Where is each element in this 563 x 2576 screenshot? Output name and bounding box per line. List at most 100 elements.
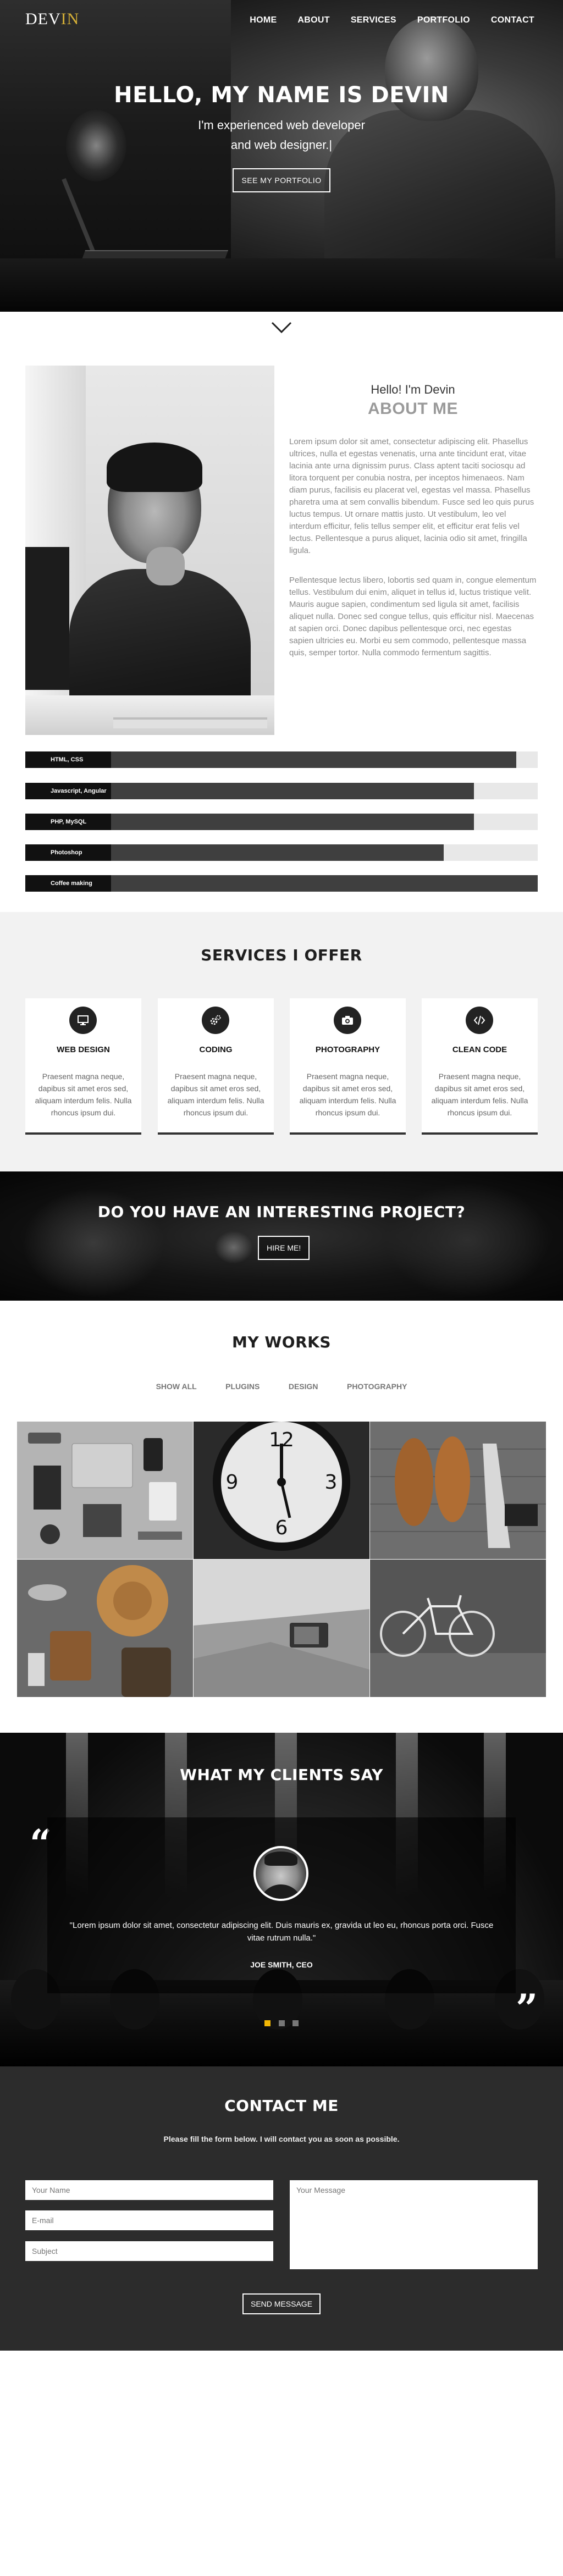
- gears-icon: [202, 1007, 229, 1034]
- pagination-dot[interactable]: [292, 2020, 299, 2026]
- skill-photoshop: Photoshop: [25, 844, 538, 861]
- nav-item-home[interactable]: HOME: [250, 15, 277, 25]
- subject-field[interactable]: [25, 2241, 273, 2261]
- top-nav: DEVIN HOME ABOUT SERVICES PORTFOLIO CONT…: [0, 0, 563, 40]
- service-title: CLEAN CODE: [452, 1045, 507, 1054]
- main-menu: HOME ABOUT SERVICES PORTFOLIO CONTACT: [250, 15, 534, 25]
- portfolio-item-bicycle[interactable]: [370, 1560, 546, 1697]
- portfolio-filters: SHOW ALL PLUGINS DESIGN PHOTOGRAPHY: [0, 1382, 563, 1392]
- portfolio-devices-image: [17, 1422, 193, 1559]
- pagination-dot-active[interactable]: [264, 2020, 271, 2026]
- portfolio-item-clock[interactable]: 12 3 6 9: [194, 1422, 369, 1559]
- logo-accent-text: IN: [60, 10, 80, 28]
- about-photo-laptop: [113, 717, 267, 728]
- portfolio-item-shoes[interactable]: [370, 1422, 546, 1559]
- portfolio-item-hat[interactable]: [17, 1560, 193, 1697]
- portfolio-item-tv[interactable]: [194, 1560, 369, 1697]
- portfolio-tv-image: [194, 1560, 369, 1697]
- service-title: PHOTOGRAPHY: [315, 1045, 380, 1054]
- code-icon: [466, 1007, 493, 1034]
- hero-subtitle: I'm experienced web developer and web de…: [0, 115, 563, 155]
- about-title: ABOUT ME: [368, 400, 458, 418]
- service-card-clean-code: CLEAN CODE Praesent magna neque, dapibus…: [422, 998, 538, 1135]
- scroll-down-chevron-icon[interactable]: [271, 321, 292, 334]
- svg-text:3: 3: [325, 1471, 338, 1494]
- banner-background-shape: [385, 1182, 550, 1298]
- hero-title: HELLO, MY NAME IS DEVIN: [114, 82, 449, 108]
- hire-me-button[interactable]: HIRE ME!: [258, 1236, 310, 1260]
- skill-bar: [111, 844, 444, 861]
- skill-label: Javascript, Angular: [25, 783, 111, 799]
- see-portfolio-button[interactable]: SEE MY PORTFOLIO: [233, 168, 330, 192]
- monitor-icon: [69, 1007, 97, 1034]
- contact-title: CONTACT ME: [224, 2097, 339, 2115]
- name-field[interactable]: [25, 2180, 273, 2200]
- skill-bar: [111, 875, 538, 892]
- pagination-dot[interactable]: [278, 2020, 285, 2026]
- skill-bar: [111, 751, 516, 768]
- filter-plugins[interactable]: PLUGINS: [225, 1382, 260, 1391]
- about-photo-hand: [146, 547, 185, 585]
- skill-coffee-making: Coffee making: [25, 875, 538, 892]
- svg-text:9: 9: [226, 1471, 239, 1494]
- hero-desk: [0, 258, 563, 312]
- hero-subtitle-line-2: and web designer.|: [230, 138, 333, 152]
- about-photo-desk: [25, 695, 274, 735]
- service-text: Praesent magna neque, dapibus sit amet e…: [431, 1072, 528, 1117]
- service-text: Praesent magna neque, dapibus sit amet e…: [35, 1072, 132, 1117]
- testimonial-quote: "Lorem ipsum dolor sit amet, consectetur…: [69, 1921, 494, 1943]
- portfolio-hat-image: [17, 1560, 193, 1697]
- contact-section: CONTACT ME Please fill the form below. I…: [0, 2066, 563, 2351]
- skill-php-mysql: PHP, MySQL: [25, 814, 538, 830]
- testimonial-author: JOE SMITH, CEO: [250, 1960, 313, 1969]
- about-photo-hair: [107, 443, 202, 492]
- portfolio-item-devices[interactable]: [17, 1422, 193, 1559]
- service-card-web-design: WEB DESIGN Praesent magna neque, dapibus…: [25, 998, 141, 1135]
- avatar-suit: [259, 1884, 303, 1899]
- hero-section: HELLO, MY NAME IS DEVIN I'm experienced …: [0, 0, 563, 312]
- avatar-hair: [264, 1851, 297, 1866]
- works-title: MY WORKS: [232, 1333, 331, 1351]
- avatar-face: [256, 1848, 306, 1899]
- filter-design[interactable]: DESIGN: [289, 1382, 318, 1391]
- skill-bar: [111, 783, 474, 799]
- portfolio-bicycle-image: [370, 1560, 546, 1697]
- page: HELLO, MY NAME IS DEVIN I'm experienced …: [0, 0, 563, 2576]
- skill-label: HTML, CSS: [25, 751, 111, 768]
- hero-text: HELLO, MY NAME IS DEVIN I'm experienced …: [0, 82, 563, 192]
- nav-item-portfolio[interactable]: PORTFOLIO: [417, 15, 470, 25]
- service-card-photography: PHOTOGRAPHY Praesent magna neque, dapibu…: [290, 998, 406, 1135]
- nav-item-contact[interactable]: CONTACT: [491, 15, 534, 25]
- logo[interactable]: DEVIN: [25, 10, 79, 29]
- services-title: SERVICES I OFFER: [201, 946, 362, 964]
- about-photo: [25, 366, 274, 735]
- skill-label: PHP, MySQL: [25, 814, 111, 830]
- skill-html-css: HTML, CSS: [25, 751, 538, 768]
- project-banner: DO YOU HAVE AN INTERESTING PROJECT? HIRE…: [0, 1171, 563, 1301]
- camera-icon: [334, 1007, 361, 1034]
- testimonial-pagination: [0, 2019, 563, 2029]
- services-section: SERVICES I OFFER WEB DESIGN Praesent mag…: [0, 912, 563, 1171]
- logo-text: DEV: [25, 10, 61, 28]
- skill-label: Coffee making: [25, 875, 111, 892]
- send-message-button[interactable]: SEND MESSAGE: [242, 2293, 321, 2314]
- lightbulb-icon: [214, 1231, 253, 1264]
- filter-show-all[interactable]: SHOW ALL: [156, 1382, 197, 1391]
- service-text: Praesent magna neque, dapibus sit amet e…: [299, 1072, 396, 1117]
- contact-subtitle: Please fill the form below. I will conta…: [163, 2135, 400, 2143]
- portfolio-clock-image: 12 3 6 9: [194, 1422, 369, 1559]
- testimonial-card: "Lorem ipsum dolor sit amet, consectetur…: [47, 1817, 516, 1993]
- about-paragraph-2: Pellentesque lectus libero, lobortis sed…: [289, 576, 537, 657]
- svg-text:6: 6: [275, 1517, 288, 1539]
- testimonials-section: WHAT MY CLIENTS SAY “ "Lorem ipsum dolor…: [0, 1733, 563, 2066]
- service-title: WEB DESIGN: [57, 1045, 110, 1054]
- email-field[interactable]: [25, 2210, 273, 2230]
- testimonials-title: WHAT MY CLIENTS SAY: [180, 1766, 383, 1784]
- service-text: Praesent magna neque, dapibus sit amet e…: [167, 1072, 264, 1117]
- message-field[interactable]: [290, 2180, 538, 2269]
- nav-item-services[interactable]: SERVICES: [351, 15, 396, 25]
- filter-photography[interactable]: PHOTOGRAPHY: [347, 1382, 407, 1391]
- nav-item-about[interactable]: ABOUT: [297, 15, 329, 25]
- hero-subtitle-line-1: I'm experienced web developer: [198, 118, 365, 132]
- project-banner-title: DO YOU HAVE AN INTERESTING PROJECT?: [97, 1203, 466, 1221]
